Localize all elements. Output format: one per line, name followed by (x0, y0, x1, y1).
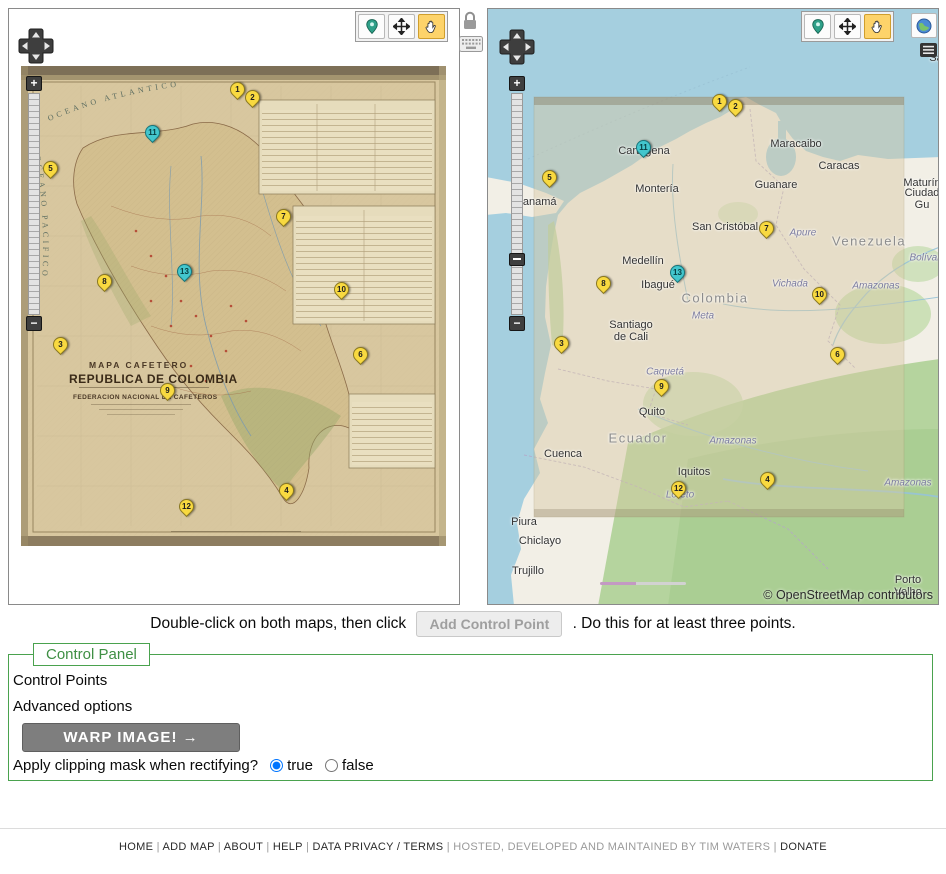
pan-control[interactable] (499, 29, 535, 65)
pan-tool-button[interactable] (864, 14, 891, 39)
scan-table-bottom (349, 394, 435, 468)
warp-image-button[interactable]: WARP IMAGE! → (22, 723, 240, 752)
control-point-number: 9 (161, 384, 174, 397)
pan-tool-button[interactable] (418, 14, 445, 39)
instruction-bar: Double-click on both maps, then click Ad… (0, 611, 946, 637)
instruction-before: Double-click on both maps, then click (150, 615, 406, 632)
footer-separator: | (770, 841, 780, 853)
move-arrows-icon (393, 18, 410, 35)
destination-toolbar (801, 11, 894, 42)
zoom-out-button[interactable]: − (26, 316, 42, 331)
pin-icon (811, 18, 825, 35)
footer-link[interactable]: HELP (273, 841, 303, 853)
footer-separator: | (215, 841, 224, 853)
control-point-number: 7 (277, 210, 290, 223)
control-point-number: 2 (729, 100, 742, 113)
zoom-out-button[interactable]: − (509, 316, 525, 331)
footer-link[interactable]: HOME (119, 841, 153, 853)
control-panel: Control Panel Control Points Advanced op… (8, 643, 933, 781)
warp-overlay-preview (534, 97, 904, 517)
control-point-number: 3 (54, 338, 67, 351)
zoom-in-button[interactable]: + (26, 76, 42, 91)
zoom-bar: + − (509, 76, 525, 331)
control-point-number: 12 (672, 482, 685, 495)
control-point-number: 5 (543, 171, 556, 184)
control-point-number: 8 (98, 275, 111, 288)
control-point-number: 4 (280, 484, 293, 497)
pan-control[interactable] (18, 28, 54, 64)
footer-link[interactable]: DONATE (780, 841, 827, 853)
control-point-number: 3 (555, 337, 568, 350)
clipping-mask-label: Apply clipping mask when rectifying? (13, 757, 258, 774)
source-toolbar (355, 11, 448, 42)
control-points-section-toggle[interactable]: Control Points (13, 668, 932, 694)
control-point-number: 13 (178, 265, 191, 278)
add-control-point-button[interactable]: Add Control Point (416, 611, 562, 637)
source-map-panel[interactable]: OCEANO ATLANTICO OCEANO PACIFICO MAPA CA… (8, 8, 460, 605)
move-point-tool-button[interactable] (388, 14, 415, 39)
globe-icon (916, 18, 932, 34)
keyboard-shortcuts-icon[interactable] (459, 36, 483, 52)
add-point-tool-button[interactable] (358, 14, 385, 39)
footer-separator: | (303, 841, 313, 853)
add-point-tool-button[interactable] (804, 14, 831, 39)
osm-attribution: © OpenStreetMap contributors (763, 588, 933, 602)
zoom-slider-track[interactable] (28, 93, 40, 315)
svg-text:MAPA CAFETERO: MAPA CAFETERO (89, 360, 188, 370)
zoom-bar: + − (26, 76, 42, 331)
footer-credit-text: HOSTED, DEVELOPED AND MAINTAINED BY TIM … (453, 841, 770, 853)
clip-false-label: false (342, 757, 374, 774)
footer-link[interactable]: ADD MAP (163, 841, 215, 853)
control-point-number: 12 (180, 500, 193, 513)
zoom-slider-track[interactable] (511, 93, 523, 315)
control-point-number: 11 (146, 126, 159, 139)
hand-icon (424, 19, 439, 35)
control-point-number: 10 (335, 283, 348, 296)
scan-table-middle (293, 206, 435, 324)
control-point-number: 4 (761, 473, 774, 486)
control-point-number: 6 (354, 348, 367, 361)
control-point-number: 8 (597, 277, 610, 290)
svg-text:REPUBLICA DE COLOMBIA: REPUBLICA DE COLOMBIA (69, 372, 238, 386)
footer-link[interactable]: ABOUT (224, 841, 263, 853)
footer-separator: | (263, 841, 273, 853)
footer-separator: | (153, 841, 162, 853)
zoom-in-button[interactable]: + (509, 76, 525, 91)
control-point-number: 6 (831, 348, 844, 361)
layer-switcher-tab[interactable] (920, 43, 937, 62)
hand-icon (870, 19, 885, 35)
zoom-slider-handle[interactable] (509, 253, 525, 266)
clip-false-radio[interactable] (325, 759, 338, 772)
control-point-number: 13 (671, 266, 684, 279)
control-point-number: 1 (713, 95, 726, 108)
move-point-tool-button[interactable] (834, 14, 861, 39)
lock-zoom-icon[interactable] (461, 10, 479, 33)
move-arrows-icon (839, 18, 856, 35)
advanced-options-section-toggle[interactable]: Advanced options (13, 694, 932, 720)
destination-map-panel[interactable]: SaCartagenaMaracaiboCaracasMaturínCiudad… (487, 8, 939, 605)
footer-separator: | (443, 841, 453, 853)
scan-table-top (259, 100, 435, 194)
control-point-number: 10 (813, 288, 826, 301)
control-point-number: 11 (637, 141, 650, 154)
mapwarper-rectify-page: OCEANO ATLANTICO OCEANO PACIFICO MAPA CA… (0, 0, 946, 874)
clip-true-label: true (287, 757, 313, 774)
clip-true-radio[interactable] (270, 759, 283, 772)
control-point-number: 5 (44, 162, 57, 175)
scanned-map-image[interactable]: OCEANO ATLANTICO OCEANO PACIFICO MAPA CA… (21, 66, 446, 546)
scale-bar (600, 582, 686, 585)
control-point-number: 1 (231, 83, 244, 96)
svg-text:FEDERACION NACIONAL DE CAFETER: FEDERACION NACIONAL DE CAFETEROS (73, 394, 218, 401)
footer: HOME | ADD MAP | ABOUT | HELP | DATA PRI… (0, 841, 946, 853)
footer-link[interactable]: DATA PRIVACY / TERMS (313, 841, 444, 853)
instruction-after: . Do this for at least three points. (573, 615, 796, 632)
control-point-number: 7 (760, 222, 773, 235)
control-point-number: 9 (655, 380, 668, 393)
basemap-globe-button[interactable] (911, 13, 937, 38)
footer-divider (0, 828, 946, 829)
layers-icon (920, 43, 937, 57)
pin-icon (365, 18, 379, 35)
control-point-number: 2 (246, 91, 259, 104)
control-panel-legend: Control Panel (33, 643, 150, 666)
